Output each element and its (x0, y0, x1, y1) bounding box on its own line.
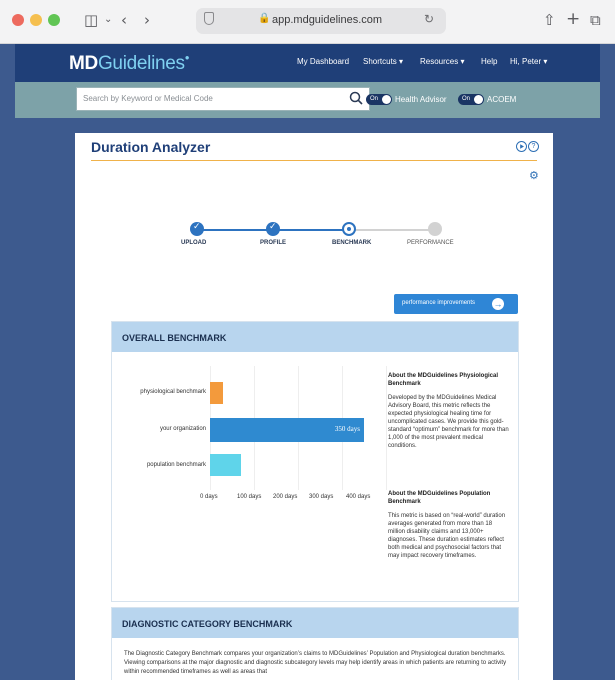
logo[interactable]: MDGuidelines● (69, 53, 190, 75)
bar-label-population: population benchmark (146, 462, 206, 468)
tabs-overview-icon[interactable]: ⧉ (590, 10, 601, 30)
acoem-label: ACOEM (487, 95, 517, 104)
panel-title: OVERALL BENCHMARK (122, 333, 227, 343)
step-performance-icon[interactable] (428, 222, 442, 236)
search-placeholder: Search by Keyword or Medical Code (83, 94, 213, 103)
acoem-toggle[interactable]: On (458, 94, 484, 105)
close-window-button[interactable] (12, 14, 24, 26)
zoom-window-button[interactable] (48, 14, 60, 26)
step-connector (349, 229, 435, 231)
bar-value-label: 350 days (334, 425, 360, 433)
arrow-right-icon: → (492, 298, 504, 310)
x-tick: 200 days (273, 494, 298, 500)
reload-icon[interactable]: ↻ (424, 12, 434, 26)
panel-header: OVERALL BENCHMARK (112, 322, 518, 352)
x-tick: 0 days (200, 494, 218, 500)
about-physiological: About the MDGuidelines Physiological Ben… (388, 373, 509, 449)
nav-user-menu[interactable]: Hi, Peter ▾ (510, 57, 547, 66)
minimize-window-button[interactable] (30, 14, 42, 26)
forward-icon[interactable]: › (144, 10, 150, 30)
search-bar-row: Search by Keyword or Medical Code On Hea… (15, 82, 600, 118)
x-tick: 100 days (237, 494, 262, 500)
bar-label-physiological: physiological benchmark (140, 389, 206, 395)
step-benchmark-icon[interactable] (342, 222, 356, 236)
step-upload-label: UPLOAD (181, 240, 207, 246)
step-connector (197, 229, 273, 231)
help-icon[interactable]: ? (528, 141, 539, 152)
url-text: app.mdguidelines.com (272, 14, 383, 26)
chevron-down-icon[interactable]: ⌄ (104, 10, 112, 30)
health-advisor-label: Health Advisor (395, 95, 447, 104)
panel-title: DIAGNOSTIC CATEGORY BENCHMARK (122, 619, 293, 629)
lock-icon: 🔒 (258, 13, 271, 24)
page-title: Duration Analyzer (91, 139, 211, 155)
diagnostic-benchmark-panel: DIAGNOSTIC CATEGORY BENCHMARK The Diagno… (111, 607, 519, 680)
play-icon[interactable] (516, 141, 527, 152)
shield-icon (204, 12, 214, 25)
back-icon[interactable]: ‹ (121, 10, 127, 30)
diagnostic-description: The Diagnostic Category Benchmark compar… (124, 651, 507, 675)
step-upload-icon[interactable]: ✓ (190, 222, 204, 236)
about-population: About the MDGuidelines Population Benchm… (388, 491, 506, 559)
nav-help[interactable]: Help (481, 57, 497, 66)
bar-population[interactable] (210, 454, 241, 476)
step-benchmark-label: BENCHMARK (332, 240, 372, 246)
bar-physiological[interactable] (210, 382, 224, 404)
performance-improvements-button[interactable]: performance improvements → (394, 294, 518, 314)
title-divider (91, 160, 537, 161)
duration-analyzer-card: Duration Analyzer ? ⚙ ✓ ✓ UPLOAD PROFILE… (75, 133, 553, 680)
step-profile-label: PROFILE (260, 240, 287, 246)
share-icon[interactable]: ⇧ (543, 10, 556, 30)
x-tick: 300 days (309, 494, 334, 500)
bar-label-organization: your organization (159, 426, 206, 432)
health-advisor-toggle[interactable]: On (366, 94, 392, 105)
benchmark-chart: physiological benchmark your organizatio… (112, 352, 387, 582)
nav-resources[interactable]: Resources ▾ (420, 57, 464, 66)
step-performance-label: PERFORMANCE (407, 240, 454, 246)
step-profile-icon[interactable]: ✓ (266, 222, 280, 236)
panel-header: DIAGNOSTIC CATEGORY BENCHMARK (112, 608, 518, 638)
overall-benchmark-panel: OVERALL BENCHMARK physiological benchmar… (111, 321, 519, 602)
bar-organization[interactable]: 350 days (210, 418, 364, 442)
site-navbar: MDGuidelines● My Dashboard Shortcuts ▾ R… (15, 44, 600, 82)
nav-shortcuts[interactable]: Shortcuts ▾ (363, 57, 403, 66)
search-icon[interactable] (349, 91, 363, 105)
new-tab-icon[interactable]: + (566, 9, 580, 29)
gridline (386, 366, 387, 490)
address-bar[interactable]: 🔒 app.mdguidelines.com ↻ (196, 8, 446, 34)
gear-icon[interactable]: ⚙ (529, 169, 539, 182)
search-input[interactable]: Search by Keyword or Medical Code (76, 87, 370, 111)
x-tick: 400 days (346, 494, 371, 500)
browser-toolbar: ◫ ⌄ ‹ › 🔒 app.mdguidelines.com ↻ ⇧ + ⧉ (0, 0, 615, 44)
nav-my-dashboard[interactable]: My Dashboard (297, 57, 349, 66)
sidebar-icon[interactable]: ◫ (84, 10, 98, 30)
step-connector (273, 229, 349, 231)
